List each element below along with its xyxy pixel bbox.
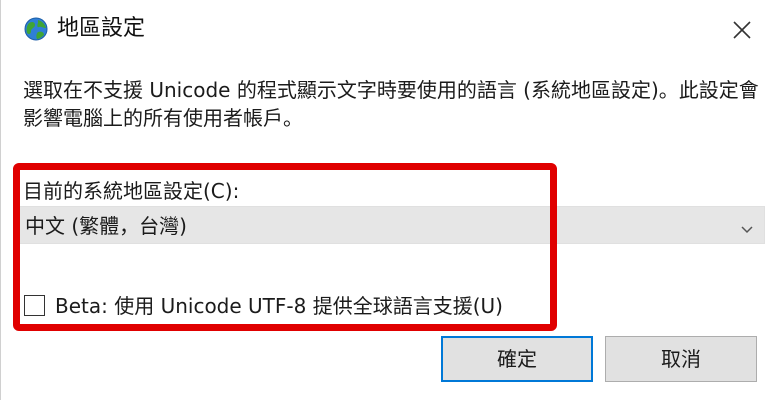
ok-button[interactable]: 確定 bbox=[441, 336, 593, 382]
globe-icon bbox=[23, 16, 49, 42]
system-locale-selected-value: 中文 (繁體，台灣) bbox=[25, 214, 187, 238]
beta-utf8-checkbox[interactable] bbox=[24, 295, 45, 316]
cancel-button[interactable]: 取消 bbox=[605, 336, 757, 382]
system-locale-label: 目前的系統地區設定(C): bbox=[23, 179, 240, 203]
title-bar: 地區設定 bbox=[1, 0, 771, 56]
close-icon[interactable] bbox=[729, 17, 755, 43]
system-locale-dropdown[interactable]: 中文 (繁體，台灣) bbox=[17, 206, 765, 244]
window-title: 地區設定 bbox=[57, 16, 146, 41]
region-settings-dialog: 地區設定 選取在不支援 Unicode 的程式顯示文字時要使用的語言 (系統地區… bbox=[0, 0, 771, 400]
dialog-description: 選取在不支援 Unicode 的程式顯示文字時要使用的語言 (系統地區設定)。此… bbox=[23, 78, 759, 130]
chevron-down-icon bbox=[740, 220, 754, 234]
beta-utf8-label[interactable]: Beta: 使用 Unicode UTF-8 提供全球語言支援(U) bbox=[55, 292, 503, 320]
